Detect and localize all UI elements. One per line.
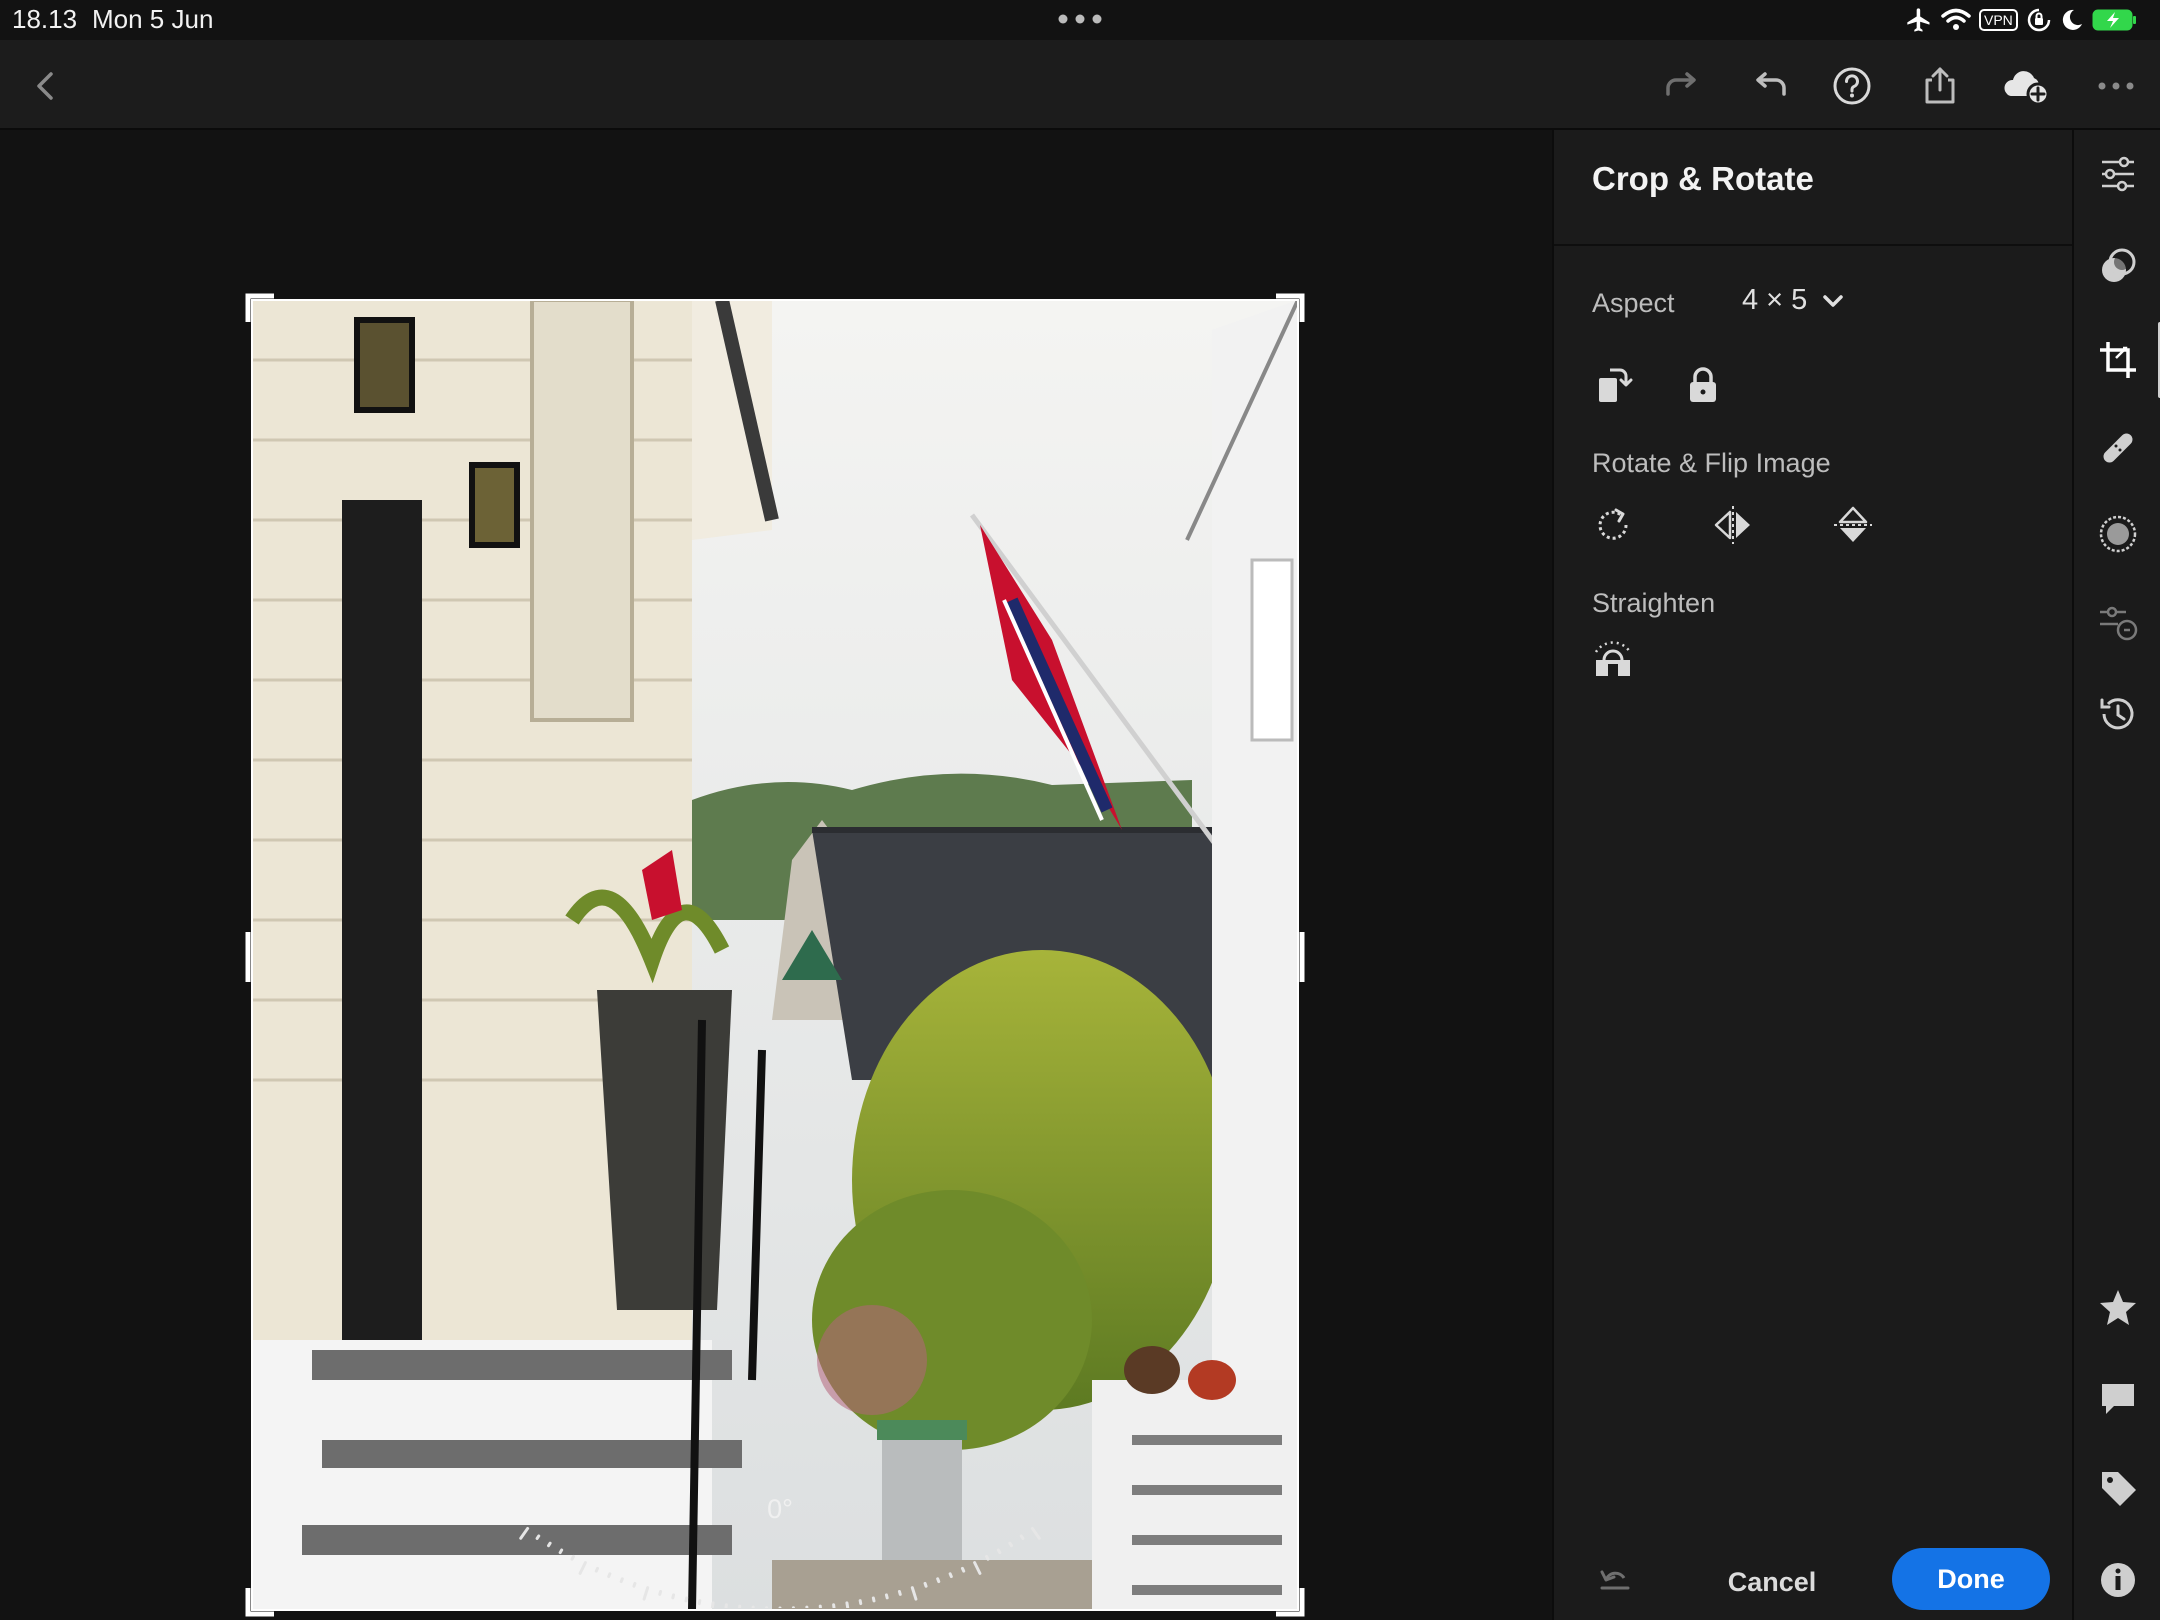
- masking-icon[interactable]: [2096, 512, 2140, 556]
- dial-major-tick: [1030, 1526, 1041, 1540]
- battery-charging-icon: [2092, 8, 2138, 32]
- multitasking-dots-icon[interactable]: [1055, 8, 1105, 30]
- dial-minor-tick: [697, 1599, 702, 1606]
- status-icons: VPN: [1905, 6, 2138, 34]
- healing-icon[interactable]: [2096, 426, 2140, 470]
- panel-divider: [1554, 244, 2072, 246]
- dial-major-tick: [973, 1561, 982, 1575]
- undo-icon[interactable]: [1748, 64, 1792, 108]
- dial-minor-tick: [570, 1554, 575, 1561]
- dial-minor-tick: [871, 1596, 876, 1603]
- dial-minor-tick: [547, 1541, 552, 1548]
- done-button[interactable]: Done: [1892, 1548, 2050, 1610]
- dial-minor-tick: [884, 1593, 889, 1600]
- dial-major-tick: [845, 1601, 850, 1608]
- dial-minor-tick: [558, 1548, 564, 1555]
- rotate-icon[interactable]: [1590, 502, 1636, 548]
- dial-minor-tick: [1019, 1534, 1025, 1540]
- dial-minor-tick: [923, 1581, 928, 1588]
- presets-icon[interactable]: [2096, 244, 2140, 288]
- tag-icon[interactable]: [2096, 1466, 2140, 1510]
- angle-readout: 0°: [767, 1494, 793, 1524]
- reset-icon[interactable]: [1592, 1558, 1638, 1604]
- panel-title: Crop & Rotate: [1592, 160, 1814, 197]
- straighten-label: Straighten: [1592, 588, 1716, 618]
- auto-straighten-icon[interactable]: [1590, 640, 1636, 686]
- dial-minor-tick: [985, 1554, 990, 1561]
- redo-icon[interactable]: [1660, 64, 1704, 108]
- dial-major-tick: [910, 1586, 918, 1601]
- top-toolbar: [0, 40, 2160, 130]
- vpn-icon: VPN: [1979, 9, 2018, 31]
- dial-minor-tick: [658, 1589, 663, 1596]
- dial-minor-tick: [858, 1599, 863, 1606]
- dial-minor-tick: [936, 1577, 941, 1584]
- aspect-dropdown[interactable]: 4 × 5: [1742, 284, 1807, 317]
- dial-major-tick: [642, 1586, 650, 1601]
- dial-minor-tick: [607, 1572, 612, 1579]
- dial-minor-tick: [996, 1548, 1002, 1555]
- edit-sliders-icon[interactable]: [2096, 152, 2140, 196]
- share-icon[interactable]: [1918, 64, 1962, 108]
- comment-icon[interactable]: [2096, 1376, 2140, 1420]
- dial-minor-tick: [535, 1534, 541, 1540]
- info-icon[interactable]: [2096, 1558, 2140, 1602]
- status-time: 18.13: [12, 4, 78, 34]
- dial-minor-tick: [960, 1566, 966, 1573]
- dial-minor-tick: [632, 1581, 637, 1588]
- star-icon[interactable]: [2096, 1286, 2140, 1330]
- help-icon[interactable]: [1830, 64, 1874, 108]
- status-bar: 18.13 Mon 5 Jun VPN: [0, 0, 2160, 40]
- crop-icon[interactable]: [2096, 338, 2140, 382]
- tool-rail: [2072, 130, 2160, 1620]
- crop-rotate-panel: Crop & Rotate Aspect 4 × 5 Rotate & Flip…: [1552, 130, 2072, 1620]
- dial-minor-tick: [594, 1566, 600, 1573]
- cancel-button[interactable]: Cancel: [1712, 1554, 1832, 1610]
- flip-horizontal-icon[interactable]: [1710, 502, 1756, 548]
- rotate-flip-label: Rotate & Flip Image: [1592, 448, 1831, 478]
- chevron-down-icon[interactable]: [1820, 288, 1846, 314]
- aspect-orientation-icon[interactable]: [1590, 362, 1636, 408]
- aspect-label: Aspect: [1592, 288, 1675, 318]
- orientation-lock-icon: [2026, 7, 2052, 33]
- status-date: Mon 5 Jun: [92, 4, 214, 34]
- lock-aspect-icon[interactable]: [1680, 362, 1726, 408]
- dial-major-tick: [710, 1601, 715, 1608]
- dial-minor-tick: [1008, 1541, 1013, 1548]
- dial-minor-tick: [897, 1589, 902, 1596]
- crop-frame-overlay[interactable]: [244, 292, 1306, 1618]
- versions-icon[interactable]: [2096, 602, 2140, 646]
- airplane-icon: [1905, 6, 1933, 34]
- moon-icon: [2060, 8, 2084, 32]
- dial-minor-tick: [948, 1572, 953, 1579]
- more-icon[interactable]: [2094, 64, 2138, 108]
- dial-major-tick: [578, 1561, 587, 1575]
- dial-minor-tick: [619, 1577, 624, 1584]
- back-icon[interactable]: [24, 64, 68, 108]
- dial-major-tick: [519, 1526, 530, 1540]
- flip-vertical-icon[interactable]: [1830, 502, 1876, 548]
- dial-minor-tick: [684, 1596, 689, 1603]
- photo-canvas[interactable]: [0, 130, 1550, 1620]
- dial-minor-tick: [671, 1593, 676, 1600]
- history-icon[interactable]: [2096, 692, 2140, 736]
- wifi-icon: [1941, 7, 1971, 33]
- cloud-add-icon[interactable]: [2000, 64, 2052, 108]
